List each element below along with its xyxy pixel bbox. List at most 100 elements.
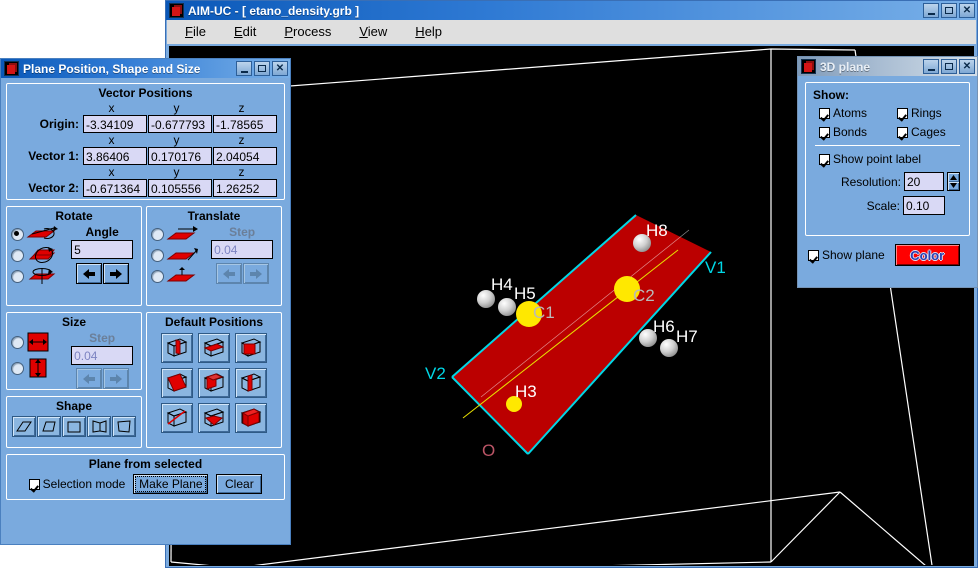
- plane-window-titlebar[interactable]: Plane Position, Shape and Size ✕: [1, 59, 290, 78]
- size-increase-button[interactable]: [103, 368, 129, 389]
- cube-icon: [169, 3, 184, 18]
- rings-checkbox-row[interactable]: Rings: [897, 106, 942, 120]
- angle-label: Angle: [67, 225, 137, 239]
- translate-increase-button[interactable]: [243, 263, 269, 284]
- close-icon[interactable]: ✕: [959, 3, 975, 18]
- origin-y-field[interactable]: -0.677793: [148, 115, 212, 133]
- color-button[interactable]: Color: [895, 244, 960, 266]
- vector1-y-field[interactable]: 0.170176: [148, 147, 212, 165]
- translate-diagonal-radio[interactable]: [151, 249, 164, 262]
- selection-mode-checkbox-row[interactable]: Selection mode: [29, 477, 126, 491]
- resolution-input[interactable]: 20: [904, 172, 944, 191]
- rotate-increase-button[interactable]: [103, 263, 129, 284]
- shape-title: Shape: [7, 397, 141, 413]
- size-height-radio[interactable]: [11, 362, 24, 375]
- size-width-radio[interactable]: [11, 336, 24, 349]
- spinner-up-icon[interactable]: [948, 173, 959, 182]
- menu-process[interactable]: Process: [280, 23, 335, 40]
- show-plane-label: Show plane: [822, 248, 885, 262]
- vector1-z-field[interactable]: 2.04054: [213, 147, 277, 165]
- default-position-3-button[interactable]: [235, 333, 267, 363]
- cages-checkbox[interactable]: [897, 127, 908, 138]
- origin-x-field[interactable]: -3.34109: [83, 115, 147, 133]
- atoms-checkbox[interactable]: [819, 108, 830, 119]
- show-point-label-checkbox[interactable]: [819, 154, 830, 165]
- minimize-icon[interactable]: [923, 3, 939, 18]
- resolution-spinner[interactable]: [947, 172, 960, 191]
- minimize-icon[interactable]: [236, 61, 252, 76]
- clear-button[interactable]: Clear: [216, 474, 262, 494]
- vector1-x-field[interactable]: 3.86406: [83, 147, 147, 165]
- bonds-checkbox[interactable]: [819, 127, 830, 138]
- translate-title: Translate: [147, 207, 281, 223]
- menu-view[interactable]: View: [355, 23, 391, 40]
- rotate-axis-horizontal-option[interactable]: [11, 225, 65, 243]
- default-position-1-button[interactable]: [161, 333, 193, 363]
- default-position-4-button[interactable]: [161, 368, 193, 398]
- default-position-2-button[interactable]: [198, 333, 230, 363]
- show-plane-checkbox-row[interactable]: Show plane: [808, 248, 885, 262]
- rotate-axis-diagonal-radio[interactable]: [11, 249, 24, 262]
- close-icon[interactable]: ✕: [272, 61, 288, 76]
- menu-help[interactable]: Help: [411, 23, 446, 40]
- close-icon[interactable]: ✕: [959, 59, 975, 74]
- size-step-input[interactable]: 0.04: [71, 346, 133, 365]
- minimize-icon[interactable]: [923, 59, 939, 74]
- size-width-option[interactable]: [11, 331, 65, 353]
- cages-checkbox-row[interactable]: Cages: [897, 125, 946, 139]
- selection-mode-checkbox[interactable]: [29, 479, 40, 490]
- spinner-down-icon[interactable]: [948, 182, 959, 191]
- show-point-label-checkbox-row[interactable]: Show point label: [813, 152, 962, 166]
- show-plane-checkbox[interactable]: [808, 250, 819, 261]
- shape-trapezoid-button[interactable]: [37, 416, 61, 437]
- translate-decrease-button[interactable]: [216, 263, 242, 284]
- vector2-z-field[interactable]: 1.26252: [213, 179, 277, 197]
- default-position-8-button[interactable]: [198, 403, 230, 433]
- translate-diagonal-icon: [164, 246, 200, 264]
- rotate-axis-vertical-option[interactable]: [11, 267, 65, 285]
- size-height-option[interactable]: [11, 357, 65, 379]
- col-header-x: x: [79, 165, 144, 179]
- translate-right-option[interactable]: [151, 225, 205, 243]
- maximize-icon[interactable]: [941, 3, 957, 18]
- shape-square-button[interactable]: [62, 416, 86, 437]
- translate-up-radio[interactable]: [151, 270, 164, 283]
- menu-edit[interactable]: Edit: [230, 23, 260, 40]
- translate-right-radio[interactable]: [151, 228, 164, 241]
- make-plane-button[interactable]: Make Plane: [133, 474, 208, 494]
- vector2-x-field[interactable]: -0.671364: [83, 179, 147, 197]
- origin-z-field[interactable]: -1.78565: [213, 115, 277, 133]
- rotate-axis-vertical-radio[interactable]: [11, 270, 24, 283]
- shape-parallelogram-button[interactable]: [12, 416, 36, 437]
- maximize-icon[interactable]: [941, 59, 957, 74]
- translate-step-input[interactable]: 0.04: [211, 240, 273, 259]
- default-position-5-button[interactable]: [198, 368, 230, 398]
- rotate-axis-horizontal-radio[interactable]: [11, 228, 24, 241]
- main-window-titlebar[interactable]: AIM-UC - [ etano_density.grb ] ✕: [166, 1, 977, 20]
- rotate-decrease-button[interactable]: [76, 263, 102, 284]
- vector2-y-field[interactable]: 0.105556: [148, 179, 212, 197]
- cube-icon: [4, 61, 19, 76]
- default-position-7-button[interactable]: [161, 403, 193, 433]
- default-position-6-button[interactable]: [235, 368, 267, 398]
- size-decrease-button[interactable]: [76, 368, 102, 389]
- bonds-checkbox-row[interactable]: Bonds: [819, 125, 897, 139]
- rotate-axis-diagonal-option[interactable]: [11, 246, 65, 264]
- rings-checkbox[interactable]: [897, 108, 908, 119]
- maximize-icon[interactable]: [254, 61, 270, 76]
- label-O: O: [482, 441, 495, 460]
- shape-fold-right-button[interactable]: [112, 416, 136, 437]
- angle-input[interactable]: 5: [71, 240, 133, 259]
- translate-up-option[interactable]: [151, 267, 205, 285]
- default-position-9-button[interactable]: [235, 403, 267, 433]
- arrow-right-icon: [108, 373, 124, 385]
- scale-input[interactable]: 0.10: [903, 196, 945, 215]
- atoms-checkbox-row[interactable]: Atoms: [819, 106, 897, 120]
- menu-bar: FFileile Edit Process View Help: [167, 20, 976, 44]
- default-position-5-icon: [202, 372, 226, 394]
- shape-fold-left-button[interactable]: [87, 416, 111, 437]
- col-header-z: z: [209, 165, 274, 179]
- translate-diagonal-option[interactable]: [151, 246, 205, 264]
- 3d-plane-titlebar[interactable]: 3D plane ✕: [798, 57, 977, 76]
- menu-file[interactable]: FFileile: [181, 23, 210, 40]
